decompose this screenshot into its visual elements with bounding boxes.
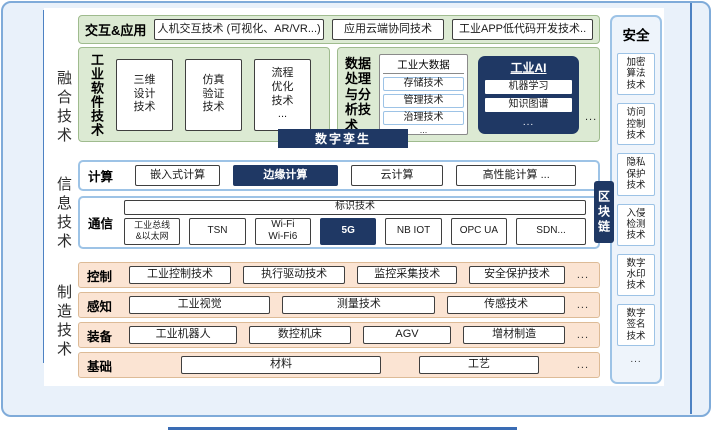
compute-label: 计算 <box>88 166 122 185</box>
machine-vision-box: 工业视觉 <box>129 296 270 314</box>
compute-row: 计算 嵌入式计算 边缘计算 云计算 高性能计算 ... <box>78 160 600 191</box>
side-label-info-tech: 信息技术 <box>52 162 74 266</box>
equipment-more: ... <box>577 329 589 341</box>
intrusion-detect-box: 入侵 检测 技术 <box>617 204 655 246</box>
security-title: 安全 <box>617 24 655 44</box>
simulation-box: 仿真 验证 技术 <box>185 59 242 131</box>
watermark-box: 数字 水印 技术 <box>617 254 655 296</box>
security-column: 安全 加密 算法 技术 访问 控制 技术 隐私 保护 技术 入侵 检测 技术 数… <box>610 15 662 384</box>
perception-row: 感知 工业视觉 测量技术 传感技术 ... <box>78 292 600 318</box>
equipment-label: 装备 <box>87 326 117 345</box>
drive-exec-box: 执行驱动技术 <box>243 266 345 284</box>
industrial-software-label: 工业软件技术 <box>87 53 106 137</box>
safety-protect-box: 安全保护技术 <box>469 266 565 284</box>
governance-tech-box: 治理技术 <box>383 111 464 125</box>
industrial-ai-box: 工业AI 机器学习 知识图谱 ... <box>478 56 579 134</box>
big-data-title: 工业大数据 <box>383 56 464 74</box>
industrial-robot-box: 工业机器人 <box>129 326 237 344</box>
5g-box: 5G <box>320 218 376 245</box>
control-row: 控制 工业控制技术 执行驱动技术 监控采集技术 安全保护技术 ... <box>78 262 600 288</box>
big-data-group: 工业大数据 存储技术 管理技术 治理技术 ... <box>379 54 468 135</box>
equipment-row: 装备 工业机器人 数控机床 AGV 增材制造 ... <box>78 322 600 348</box>
opcua-box: OPC UA <box>451 218 507 245</box>
industrial-control-box: 工业控制技术 <box>129 266 231 284</box>
communication-label: 通信 <box>88 213 122 232</box>
embedded-compute-box: 嵌入式计算 <box>135 165 220 186</box>
industrial-ai-more: ... <box>485 117 572 128</box>
foundation-row: 基础 材料 工艺 ... <box>78 352 600 378</box>
storage-tech-box: 存储技术 <box>383 77 464 91</box>
blockchain-tag: 区块链 <box>594 181 614 243</box>
perception-more: ... <box>577 299 589 311</box>
foundation-more: ... <box>577 359 589 371</box>
cloud-collab-box: 应用云端协同技术 <box>332 19 444 40</box>
sensing-box: 传感技术 <box>447 296 564 314</box>
communication-row: 通信 标识技术 工业总线 &以太网 TSN Wi-Fi Wi-Fi6 5G NB… <box>78 196 600 249</box>
industrial-software-panel: 工业软件技术 三维 设计 技术 仿真 验证 技术 流程 优化 技术 ... <box>78 47 330 142</box>
software-boxes: 三维 设计 技术 仿真 验证 技术 流程 优化 技术 ... <box>116 59 311 131</box>
agv-box: AGV <box>363 326 452 344</box>
measurement-box: 测量技术 <box>282 296 435 314</box>
right-accent-line <box>690 3 692 414</box>
industrial-ai-title: 工业AI <box>485 59 572 76</box>
side-label-mfg-tech: 制造技术 <box>52 270 74 374</box>
machine-learning-box: 机器学习 <box>485 80 572 94</box>
encryption-box: 加密 算法 技术 <box>617 53 655 95</box>
3d-design-box: 三维 设计 技术 <box>116 59 173 131</box>
foundation-label: 基础 <box>87 356 117 375</box>
monitoring-box: 监控采集技术 <box>357 266 457 284</box>
communication-content: 标识技术 工业总线 &以太网 TSN Wi-Fi Wi-Fi6 5G NB IO… <box>122 196 598 250</box>
bottom-accent-line <box>168 427 517 430</box>
interaction-app-label: 交互&应用 <box>85 20 146 39</box>
knowledge-graph-box: 知识图谱 <box>485 98 572 112</box>
additive-mfg-box: 增材制造 <box>463 326 564 344</box>
mgmt-tech-box: 管理技术 <box>383 94 464 108</box>
fieldbus-ethernet-box: 工业总线 &以太网 <box>124 218 180 245</box>
access-control-box: 访问 控制 技术 <box>617 103 655 145</box>
sdn-box: SDN... <box>516 218 586 245</box>
lowcode-app-box: 工业APP低代码开发技术.. <box>452 19 593 40</box>
tsn-box: TSN <box>189 218 245 245</box>
wifi-box: Wi-Fi Wi-Fi6 <box>255 218 311 245</box>
cnc-machine-box: 数控机床 <box>249 326 350 344</box>
data-analysis-label: 数据处理与分析技术 <box>345 56 375 134</box>
hpc-box: 高性能计算 ... <box>456 165 576 186</box>
data-panel-more: ... <box>585 111 597 141</box>
hmi-tech-box: 人机交互技术 (可视化、AR/VR...) <box>154 19 323 40</box>
perception-label: 感知 <box>87 296 117 315</box>
control-more: ... <box>577 269 589 281</box>
digital-twin-bar: 数字孪生 <box>278 129 408 148</box>
interaction-app-row: 交互&应用 人机交互技术 (可视化、AR/VR...) 应用云端协同技术 工业A… <box>78 15 600 44</box>
privacy-protect-box: 隐私 保护 技术 <box>617 153 655 195</box>
communication-boxes: 工业总线 &以太网 TSN Wi-Fi Wi-Fi6 5G NB IOT OPC… <box>124 218 586 245</box>
security-more: ... <box>617 354 655 365</box>
side-label-fusion-tech: 融合技术 <box>52 56 74 160</box>
nbiot-box: NB IOT <box>385 218 441 245</box>
craft-process-box: 工艺 <box>419 356 539 374</box>
cloud-compute-box: 云计算 <box>351 165 444 186</box>
data-analysis-panel: 数据处理与分析技术 工业大数据 存储技术 管理技术 治理技术 ... 工业AI … <box>337 47 600 142</box>
control-label: 控制 <box>87 266 117 285</box>
edge-compute-box: 边缘计算 <box>233 165 337 186</box>
materials-box: 材料 <box>181 356 381 374</box>
process-opt-box: 流程 优化 技术 ... <box>254 59 311 131</box>
signature-box: 数字 签名 技术 <box>617 304 655 346</box>
id-tech-bar: 标识技术 <box>124 200 586 215</box>
page: 融合技术 信息技术 制造技术 交互&应用 人机交互技术 (可视化、AR/VR..… <box>0 0 713 432</box>
diagram-panel: 融合技术 信息技术 制造技术 交互&应用 人机交互技术 (可视化、AR/VR..… <box>44 8 664 386</box>
